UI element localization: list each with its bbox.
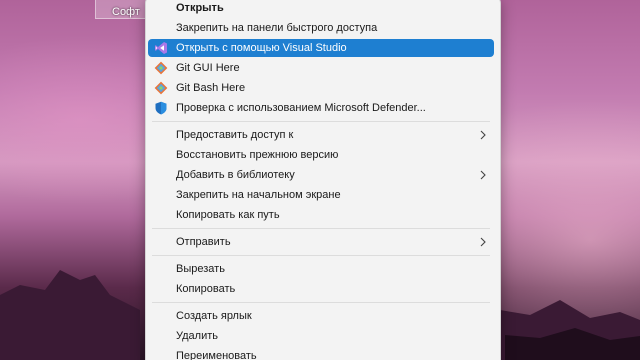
chevron-right-icon bbox=[480, 130, 486, 140]
menu-item-label: Копировать bbox=[176, 283, 236, 295]
menu-item-label: Проверка с использованием Microsoft Defe… bbox=[176, 102, 426, 114]
menu-item-label: Git GUI Here bbox=[176, 62, 240, 74]
menu-item-pin-quick-access[interactable]: Закрепить на панели быстрого доступа bbox=[148, 19, 494, 37]
menu-item-create-shortcut[interactable]: Создать ярлык bbox=[148, 307, 494, 325]
menu-item-open[interactable]: Открыть bbox=[148, 0, 494, 17]
menu-item-give-access[interactable]: Предоставить доступ к bbox=[148, 126, 494, 144]
chevron-right-icon bbox=[480, 237, 486, 247]
menu-item-label: Восстановить прежнюю версию bbox=[176, 149, 339, 161]
menu-item-cut[interactable]: Вырезать bbox=[148, 260, 494, 278]
menu-item-label: Закрепить на панели быстрого доступа bbox=[176, 22, 378, 34]
menu-separator bbox=[152, 121, 490, 122]
defender-shield-icon bbox=[155, 101, 167, 115]
menu-item-rename[interactable]: Переименовать bbox=[148, 347, 494, 360]
desktop-folder-label[interactable]: Софт bbox=[112, 6, 140, 18]
menu-item-label: Git Bash Here bbox=[176, 82, 246, 94]
context-menu: Открыть Закрепить на панели быстрого дос… bbox=[145, 0, 501, 360]
menu-item-delete[interactable]: Удалить bbox=[148, 327, 494, 345]
menu-item-open-with-visual-studio[interactable]: Открыть с помощью Visual Studio bbox=[148, 39, 494, 57]
menu-item-label: Переименовать bbox=[176, 350, 257, 360]
menu-item-label: Закрепить на начальном экране bbox=[176, 189, 341, 201]
visual-studio-icon bbox=[155, 42, 167, 54]
menu-item-label: Копировать как путь bbox=[176, 209, 280, 221]
menu-item-defender-scan[interactable]: Проверка с использованием Microsoft Defe… bbox=[148, 99, 494, 117]
menu-item-label: Открыть с помощью Visual Studio bbox=[176, 42, 347, 54]
menu-separator bbox=[152, 228, 490, 229]
menu-item-label: Добавить в библиотеку bbox=[176, 169, 295, 181]
menu-separator bbox=[152, 255, 490, 256]
menu-item-git-gui[interactable]: Git GUI Here bbox=[148, 59, 494, 77]
menu-item-label: Отправить bbox=[176, 236, 231, 248]
menu-item-restore-previous-version[interactable]: Восстановить прежнюю версию bbox=[148, 146, 494, 164]
menu-item-copy[interactable]: Копировать bbox=[148, 280, 494, 298]
menu-item-label: Вырезать bbox=[176, 263, 225, 275]
menu-item-label: Открыть bbox=[176, 2, 224, 14]
menu-item-copy-as-path[interactable]: Копировать как путь bbox=[148, 206, 494, 224]
menu-item-label: Создать ярлык bbox=[176, 310, 252, 322]
menu-item-include-in-library[interactable]: Добавить в библиотеку bbox=[148, 166, 494, 184]
menu-item-send-to[interactable]: Отправить bbox=[148, 233, 494, 251]
git-bash-icon bbox=[154, 81, 168, 95]
menu-separator bbox=[152, 302, 490, 303]
menu-item-pin-to-start[interactable]: Закрепить на начальном экране bbox=[148, 186, 494, 204]
menu-item-git-bash[interactable]: Git Bash Here bbox=[148, 79, 494, 97]
chevron-right-icon bbox=[480, 170, 486, 180]
menu-item-label: Удалить bbox=[176, 330, 218, 342]
menu-item-label: Предоставить доступ к bbox=[176, 129, 294, 141]
git-gui-icon bbox=[154, 61, 168, 75]
